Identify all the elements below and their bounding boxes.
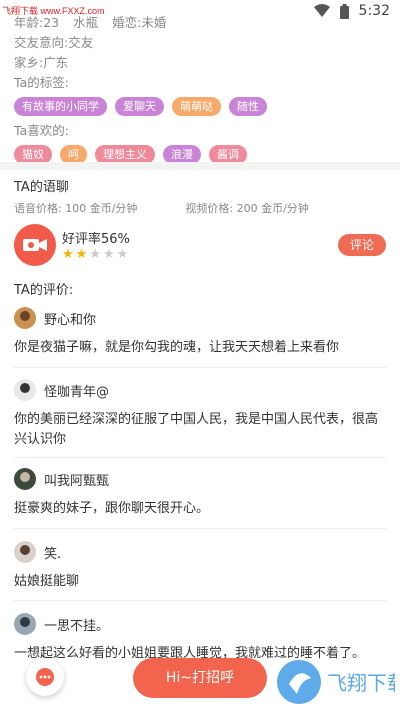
- voice-price: 语音价格: 100 金币/分钟: [14, 202, 138, 215]
- reviews-title: TA的评价:: [14, 283, 74, 298]
- review-item: 怪咖青年@ 你的美丽已经深深的征服了中国人民，我是中国人民代表，很高兴认识你: [14, 378, 386, 450]
- reviewer-name: 笑.: [44, 546, 62, 562]
- divider: [14, 367, 386, 368]
- tag-list: 有故事的小同学 爱聊天 萌萌哒 随性: [14, 97, 386, 116]
- bottom-action-bar: Hi~打招呼 飞翔下载: [0, 650, 400, 711]
- review-text: 你的美丽已经深深的征服了中国人民，我是中国人民代表，很高兴认识你: [14, 412, 379, 447]
- review-item: 叫我阿甄甄 挺豪爽的妹子，跟你聊天很开心。: [14, 467, 386, 519]
- voice-chat-title: TA的语聊: [14, 180, 69, 195]
- avatar[interactable]: [14, 468, 36, 490]
- tag-chip: 爱聊天: [115, 97, 164, 116]
- marital-text: 婚恋:未婚: [112, 15, 167, 30]
- star-icon: ★: [62, 247, 74, 262]
- avatar[interactable]: [14, 307, 36, 329]
- star-icon: ★: [89, 247, 101, 262]
- review-text: 挺豪爽的妹子，跟你聊天很开心。: [14, 501, 210, 516]
- reviewer-name: 叫我阿甄甄: [44, 473, 110, 489]
- review-item: 野心和你 你是夜猫子嘛，就是你勾我的魂，让我天天想着上来看你: [14, 306, 386, 358]
- divider: [14, 457, 386, 458]
- price-row: 语音价格: 100 金币/分钟 视频价格: 200 金币/分钟: [14, 200, 309, 216]
- svg-text:飞翔下载: 飞翔下载: [327, 671, 395, 695]
- say-hi-button[interactable]: Hi~打招呼: [133, 658, 267, 698]
- zodiac-text: 水瓶: [73, 15, 99, 30]
- divider: [14, 528, 386, 529]
- watermark-logo: 飞翔下载: [277, 660, 395, 704]
- divider: [14, 600, 386, 601]
- tag-chip: 有故事的小同学: [14, 97, 107, 116]
- rating-block: 好评率56% ★ ★ ★ ★ ★ 评论: [14, 224, 386, 268]
- approval-rate: 好评率56%: [62, 232, 130, 247]
- avatar[interactable]: [14, 379, 36, 401]
- hometown-text: 家乡:广东: [14, 55, 69, 70]
- star-icon: ★: [102, 247, 115, 262]
- comment-button[interactable]: 评论: [338, 234, 386, 256]
- avatar[interactable]: [14, 613, 36, 635]
- review-item: 笑. 姑娘挺能聊: [14, 540, 386, 592]
- star-rating: ★ ★ ★ ★ ★: [62, 247, 128, 262]
- reviewer-name: 一思不挂。: [44, 618, 110, 634]
- video-price: 视频价格: 200 金币/分钟: [185, 202, 309, 215]
- review-text: 姑娘挺能聊: [14, 574, 80, 589]
- message-button[interactable]: [26, 658, 64, 696]
- star-icon: ★: [116, 247, 129, 262]
- chat-bubble-icon: [36, 668, 54, 686]
- review-text: 你是夜猫子嘛，就是你勾我的魂，让我天天想着上来看你: [14, 340, 340, 355]
- video-camera-icon: [14, 224, 56, 266]
- reviewer-name: 怪咖青年@: [44, 384, 110, 400]
- tags-label: Ta的标签:: [14, 75, 69, 90]
- avatar[interactable]: [14, 541, 36, 563]
- intent-text: 交友意向:交友: [14, 35, 94, 50]
- tag-chip: 萌萌哒: [172, 97, 221, 116]
- likes-label: Ta喜欢的:: [14, 123, 69, 138]
- tag-chip: 随性: [229, 97, 267, 116]
- star-icon: ★: [75, 247, 88, 262]
- age-text: 年龄:23: [14, 15, 60, 30]
- section-divider: [0, 162, 400, 170]
- reviewer-name: 野心和你: [44, 312, 97, 328]
- profile-info: 年龄:23 水瓶 婚恋:未婚 交友意向:交友 家乡:广东 Ta的标签: 有故事的…: [14, 14, 386, 170]
